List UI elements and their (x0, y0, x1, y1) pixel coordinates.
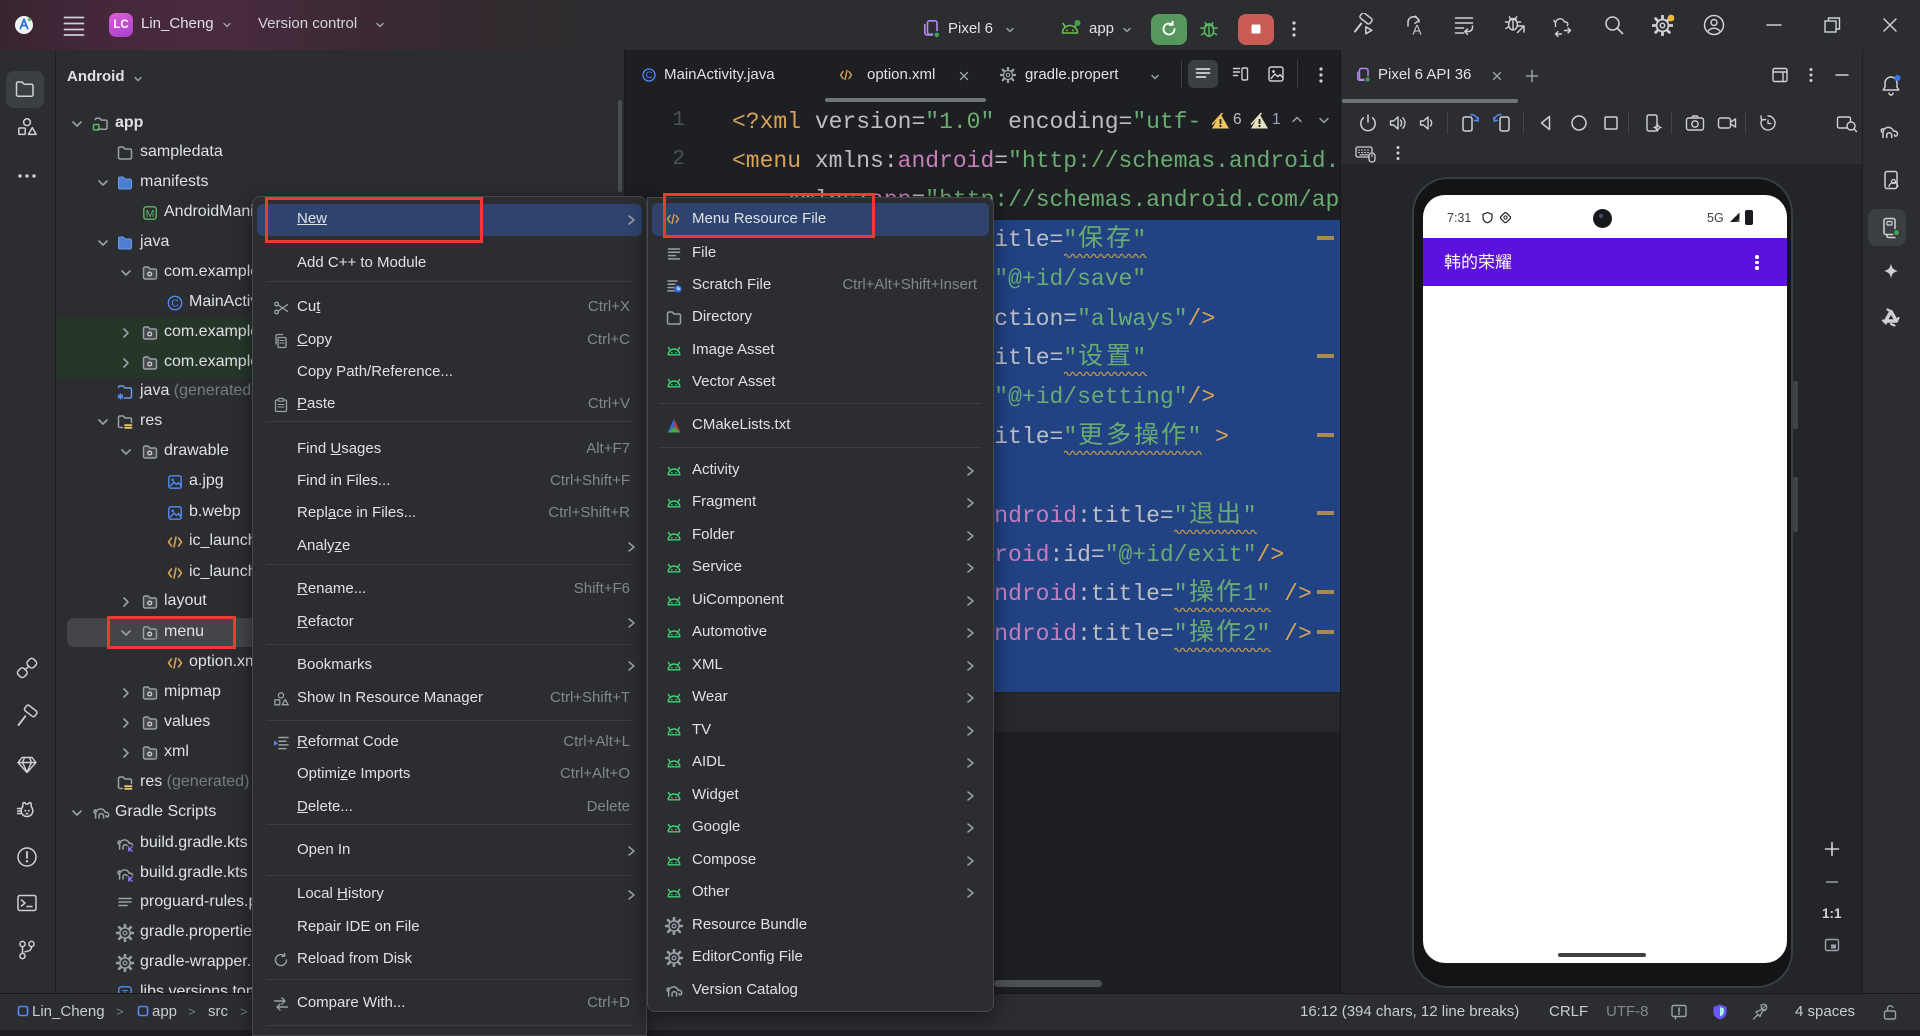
svg-text:C: C (171, 298, 179, 310)
svg-text:M: M (146, 208, 155, 220)
svg-text:T: T (122, 988, 129, 993)
svg-text:C: C (646, 70, 653, 81)
svg-text:A: A (1412, 23, 1421, 38)
